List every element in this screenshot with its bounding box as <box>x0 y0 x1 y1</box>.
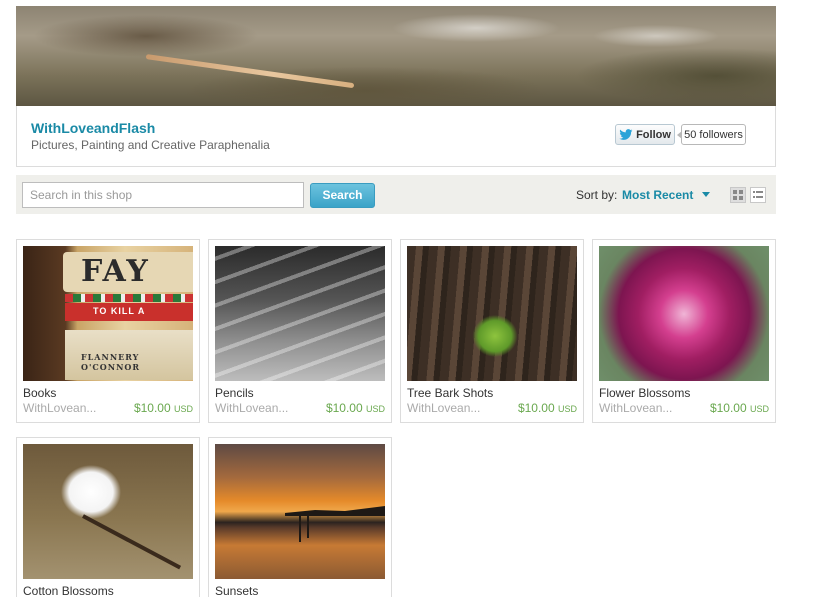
shop-banner <box>16 6 776 106</box>
listing-card[interactable]: Tree Bark Shots WithLovean... $10.00 USD <box>400 239 584 423</box>
listing-title[interactable]: Pencils <box>215 386 254 400</box>
cotton-stem <box>82 514 182 570</box>
followers-count[interactable]: 50 followers <box>677 124 746 145</box>
listing-title[interactable]: Sunsets <box>215 584 258 597</box>
listing-title[interactable]: Books <box>23 386 56 400</box>
shop-header: WithLoveandFlash Pictures, Painting and … <box>16 106 776 167</box>
listing-title[interactable]: Tree Bark Shots <box>407 386 493 400</box>
search-button[interactable]: Search <box>310 183 375 208</box>
listing-thumbnail[interactable] <box>407 246 577 381</box>
book-author: FLANNERY O'CONNOR <box>81 352 140 372</box>
list-view-button[interactable] <box>750 187 766 203</box>
book-stripe <box>65 294 193 302</box>
listing-card[interactable]: Cotton Blossoms <box>16 437 200 597</box>
listing-price: $10.00 USD <box>133 401 193 415</box>
chevron-down-icon[interactable] <box>702 192 710 197</box>
listing-shop[interactable]: WithLovean... <box>23 401 96 415</box>
listing-thumbnail[interactable] <box>599 246 769 381</box>
shoreline <box>285 506 385 516</box>
listing-thumbnail[interactable] <box>215 444 385 579</box>
listing-shop[interactable]: WithLovean... <box>215 401 288 415</box>
listing-price: $10.00 USD <box>709 401 769 415</box>
listing-card[interactable]: Pencils WithLovean... $10.00 USD <box>208 239 392 423</box>
twitter-bird-icon <box>619 128 633 140</box>
book-spine-title: FAY <box>81 254 150 289</box>
banner-twig <box>145 54 355 89</box>
shop-name[interactable]: WithLoveandFlash <box>31 120 155 136</box>
pier-post <box>299 516 301 542</box>
listing-thumbnail[interactable]: FAY TO KILL A FLANNERY O'CONNOR <box>23 246 193 381</box>
listing-title[interactable]: Flower Blossoms <box>599 386 690 400</box>
listing-card[interactable]: Sunsets <box>208 437 392 597</box>
listing-shop[interactable]: WithLovean... <box>407 401 480 415</box>
listing-title[interactable]: Cotton Blossoms <box>23 584 114 597</box>
follow-button[interactable]: Follow <box>615 124 675 145</box>
grid-view-button[interactable] <box>730 187 746 203</box>
shop-search-input[interactable] <box>22 182 304 208</box>
listing-shop[interactable]: WithLovean... <box>599 401 672 415</box>
listing-thumbnail[interactable] <box>23 444 193 579</box>
grid-view-icon <box>733 190 743 200</box>
list-view-icon <box>753 191 763 198</box>
shop-toolbar: Search Sort by: Most Recent <box>16 175 776 214</box>
listing-card[interactable]: Flower Blossoms WithLovean... $10.00 USD <box>592 239 776 423</box>
sort-dropdown[interactable]: Most Recent <box>622 188 693 202</box>
listing-price: $10.00 USD <box>325 401 385 415</box>
listing-price: $10.00 USD <box>517 401 577 415</box>
book-band-text: TO KILL A <box>93 306 146 316</box>
pier-post <box>307 516 309 538</box>
sort-label: Sort by: <box>576 188 618 202</box>
listing-card[interactable]: FAY TO KILL A FLANNERY O'CONNOR Books Wi… <box>16 239 200 423</box>
follow-label: Follow <box>636 128 671 141</box>
listing-thumbnail[interactable] <box>215 246 385 381</box>
shop-tagline: Pictures, Painting and Creative Paraphen… <box>31 138 270 152</box>
